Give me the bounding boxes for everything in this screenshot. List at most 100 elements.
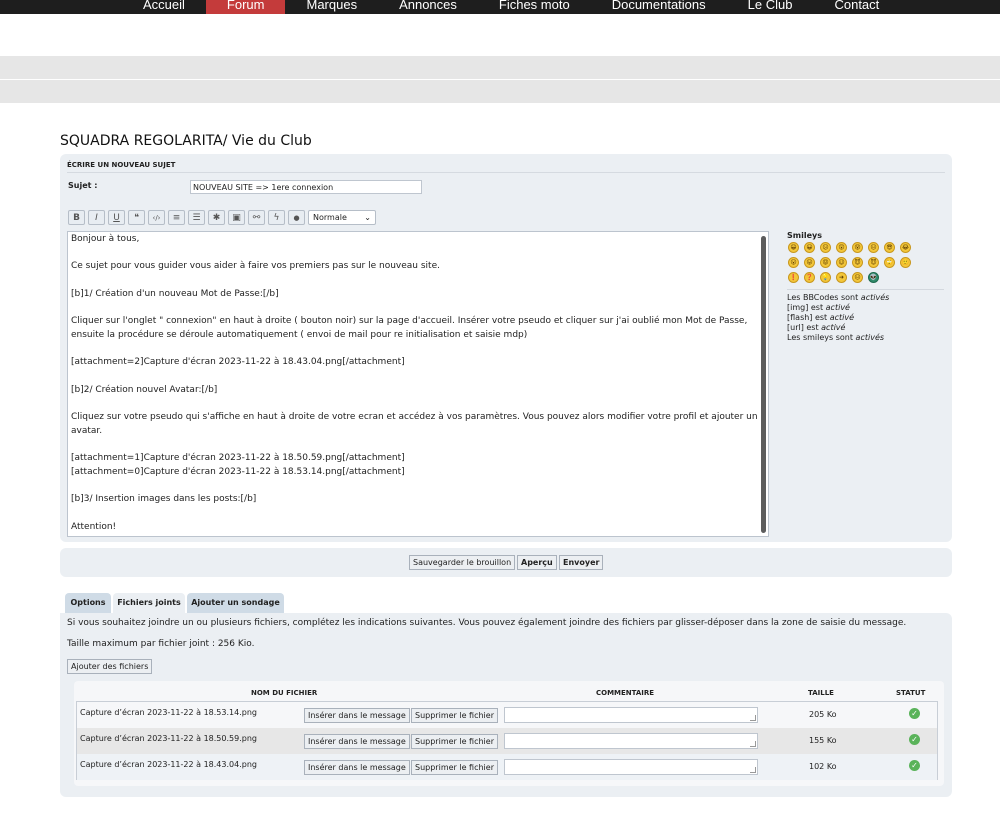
attachments-table: Nom du fichier Commentaire Taille Statut… [74, 681, 944, 786]
tab-attachments[interactable]: Fichiers joints [113, 593, 185, 613]
smiley-icon[interactable]: ❓ [804, 272, 815, 283]
bbcode-info-line: [img] est activé [787, 303, 850, 312]
smiley-icon[interactable]: 👽 [868, 272, 879, 283]
smiley-icon[interactable]: 😐 [852, 272, 863, 283]
message-line: Cliquer sur l'onglet " connexion" en hau… [71, 316, 748, 340]
flash-icon[interactable]: ϟ [268, 210, 285, 225]
file-name: Capture d’écran 2023-11-22 à 18.53.14.pn… [80, 708, 257, 717]
send-button[interactable]: Envoyer [559, 555, 604, 570]
subject-input[interactable]: NOUVEAU SITE => 1ere connexion [190, 180, 422, 194]
bbcode-info-line: Les BBCodes sont activés [787, 293, 890, 302]
smileys-title: Smileys [787, 231, 822, 240]
message-line [71, 274, 765, 288]
insert-in-message-button[interactable]: Insérer dans le message [304, 760, 410, 775]
smiley-icon[interactable]: 😀 [804, 242, 815, 253]
table-row: Capture d’écran 2023-11-22 à 18.43.04.pn… [77, 754, 937, 780]
smiley-icon[interactable]: 😎 [884, 242, 895, 253]
font-size-select[interactable]: Normale ⌄ [308, 210, 376, 225]
smiley-icon[interactable]: 😵 [852, 242, 863, 253]
save-draft-button[interactable]: Sauvegarder le brouillon [409, 555, 516, 570]
preview-button[interactable]: Aperçu [517, 555, 557, 570]
star-icon[interactable]: ✱ [208, 210, 225, 225]
comment-textarea[interactable] [504, 733, 758, 749]
smiley-icon[interactable]: 😉 [836, 257, 847, 268]
message-line: [b]1/ Création d'un nouveau Mot de Passe… [71, 288, 279, 299]
message-line: [attachment=2]Capture d'écran 2023-11-22… [71, 357, 405, 368]
message-line [71, 480, 765, 494]
smiley-icon[interactable]: 😛 [804, 257, 815, 268]
column-header-status: Statut [896, 689, 926, 697]
insert-in-message-button[interactable]: Insérer dans le message [304, 734, 410, 749]
nav-items: Accueil Forum Marques Annonces Fiches mo… [122, 0, 900, 14]
message-line [71, 247, 765, 261]
editor-scrollbar[interactable] [761, 236, 766, 533]
message-line [71, 343, 765, 357]
smiley-icon[interactable]: ➜ [836, 272, 847, 283]
smiley-icon[interactable]: 😲 [836, 242, 847, 253]
max-size-note: Taille maximum par fichier joint : 256 K… [67, 639, 255, 649]
smiley-icon[interactable]: 😈 [852, 257, 863, 268]
nav-item-fiches-moto[interactable]: Fiches moto [478, 0, 591, 14]
header-band-1 [0, 56, 1000, 79]
insert-in-message-button[interactable]: Insérer dans le message [304, 708, 410, 723]
smiley-icon[interactable]: 😮 [788, 257, 799, 268]
smiley-icon[interactable]: 😂 [900, 242, 911, 253]
smiley-icon[interactable]: 😁 [788, 242, 799, 253]
message-line [71, 507, 765, 521]
message-line: Attention! [71, 521, 117, 532]
smiley-icon[interactable]: 😡 [820, 257, 831, 268]
nav-item-forum[interactable]: Forum [205, 0, 286, 14]
tab-options[interactable]: Options [65, 593, 111, 613]
list-icon[interactable]: ≡ [168, 210, 185, 225]
smiley-icon[interactable]: 🙂 [900, 257, 911, 268]
message-line: [attachment=1]Capture d'écran 2023-11-22… [71, 453, 405, 464]
italic-button[interactable]: I [88, 210, 105, 225]
comment-textarea[interactable] [504, 759, 758, 775]
color-drop-icon[interactable]: ● [288, 210, 305, 225]
bbcode-info-line: Les smileys sont activés [787, 333, 885, 342]
smiley-icon[interactable]: 😕 [820, 242, 831, 253]
code-icon[interactable]: ‹/› [148, 210, 165, 225]
message-line: [attachment=0]Capture d'écran 2023-11-22… [71, 466, 405, 477]
quote-icon[interactable]: ❝ [128, 210, 145, 225]
message-textarea[interactable]: Bonjour à tous, Ce sujet pour vous guide… [67, 231, 769, 537]
table-row: Capture d’écran 2023-11-22 à 18.50.59.pn… [77, 728, 937, 754]
check-circle-icon: ✓ [909, 734, 920, 745]
file-size: 205 Ko [809, 710, 837, 719]
file-size: 155 Ko [809, 736, 837, 745]
link-icon[interactable]: ⚯ [248, 210, 265, 225]
bbcode-info-line: [flash] est activé [787, 313, 855, 322]
numbered-list-icon[interactable]: ☰ [188, 210, 205, 225]
file-name: Capture d’écran 2023-11-22 à 18.50.59.pn… [80, 734, 257, 743]
nav-item-annonces[interactable]: Annonces [378, 0, 478, 14]
message-line [71, 301, 765, 315]
subject-label: Sujet : [68, 181, 98, 190]
smiley-icon[interactable]: 💡 [820, 272, 831, 283]
delete-file-button[interactable]: Supprimer le fichier [411, 734, 498, 749]
underline-button[interactable]: U [108, 210, 125, 225]
chevron-down-icon: ⌄ [364, 213, 371, 222]
smiley-icon[interactable]: 🙄 [884, 257, 895, 268]
bold-button[interactable]: B [68, 210, 85, 225]
top-navigation: Accueil Forum Marques Annonces Fiches mo… [0, 0, 1000, 14]
file-name: Capture d’écran 2023-11-22 à 18.43.04.pn… [80, 760, 257, 769]
delete-file-button[interactable]: Supprimer le fichier [411, 708, 498, 723]
nav-item-le-club[interactable]: Le Club [727, 0, 814, 14]
comment-textarea[interactable] [504, 707, 758, 723]
nav-item-accueil[interactable]: Accueil [122, 0, 206, 14]
delete-file-button[interactable]: Supprimer le fichier [411, 760, 498, 775]
message-line [71, 370, 765, 384]
smiley-icon[interactable]: ❗ [788, 272, 799, 283]
smiley-icon[interactable]: 😈 [868, 257, 879, 268]
add-files-button[interactable]: Ajouter des fichiers [67, 659, 153, 674]
nav-item-marques[interactable]: Marques [285, 0, 378, 14]
tab-add-poll[interactable]: Ajouter un sondage [187, 593, 284, 613]
smiley-icon[interactable]: 😐 [868, 242, 879, 253]
message-line: Cliquez sur votre pseudo qui s'affiche e… [71, 412, 758, 436]
message-line: [b]2/ Création nouvel Avatar:[/b] [71, 384, 218, 395]
nav-item-contact[interactable]: Contact [813, 0, 900, 14]
nav-item-documentations[interactable]: Documentations [591, 0, 727, 14]
column-header-name: Nom du fichier [251, 689, 318, 697]
image-icon[interactable]: ▣ [228, 210, 245, 225]
compose-heading: Écrire un nouveau sujet [67, 161, 945, 173]
